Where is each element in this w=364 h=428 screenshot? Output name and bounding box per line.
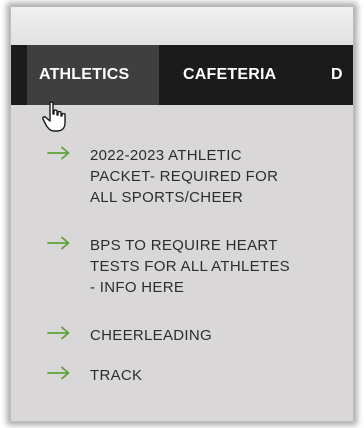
submenu-item-label: 2022-2023 ATHLETIC [90, 147, 242, 164]
nav-tab-athletics[interactable]: ATHLETICS [27, 45, 159, 105]
nav-tab-cafeteria[interactable]: CAFETERIA [183, 45, 276, 105]
arrow-right-icon [47, 236, 70, 250]
arrow-right-icon [47, 146, 70, 160]
submenu-item-label: PACKET- REQUIRED FOR [90, 168, 279, 185]
submenu-item-label: ALL SPORTS/CHEER [90, 189, 244, 206]
submenu-item-athletic-packet[interactable]: 2022-2023 ATHLETIC PACKET- REQUIRED FOR … [47, 145, 337, 208]
arrow-right-icon [47, 366, 70, 380]
submenu-item-cheerleading[interactable]: CHEERLEADING [47, 325, 337, 346]
main-navbar: ATHLETICS CAFETERIA D [11, 45, 353, 105]
arrow-right-icon [47, 326, 70, 340]
submenu-item-heart-tests[interactable]: BPS TO REQUIRE HEART TESTS FOR ALL ATHLE… [47, 235, 337, 298]
hand-pointer-icon [42, 101, 66, 132]
submenu-item-label: CHEERLEADING [90, 327, 212, 344]
submenu-item-track[interactable]: TRACK [47, 365, 337, 386]
submenu-item-label: - INFO HERE [90, 279, 185, 296]
submenu-item-label: BPS TO REQUIRE HEART [90, 237, 278, 254]
screenshot-frame: ATHLETICS CAFETERIA D 2022-2023 ATHLETIC… [10, 6, 354, 422]
nav-tab-partial[interactable]: D [331, 45, 343, 105]
submenu-item-label: TESTS FOR ALL ATHLETES [90, 258, 290, 275]
submenu-item-label: TRACK [90, 367, 143, 384]
page-header-strip [11, 7, 353, 45]
